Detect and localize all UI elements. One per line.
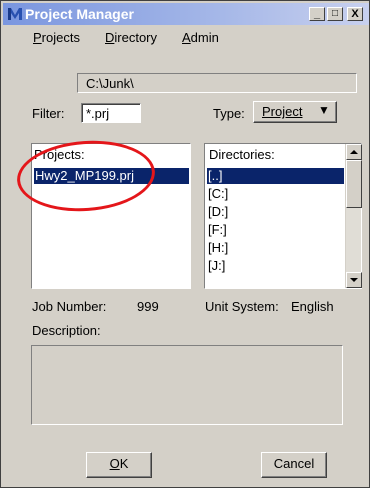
app-icon [8, 8, 22, 20]
filter-input[interactable]: *.prj [81, 103, 141, 123]
dir-item-j[interactable]: [J:] [207, 258, 225, 274]
ok-button[interactable]: OK [86, 452, 152, 478]
dir-item-label: [..] [208, 168, 223, 183]
menu-projects[interactable]: Projects [33, 30, 80, 45]
menu-admin-mnemonic: A [182, 30, 191, 45]
dir-item-d[interactable]: [D:] [207, 204, 228, 220]
arrow-up-icon [350, 150, 358, 154]
menu-projects-mnemonic: P [33, 30, 42, 45]
type-label: Type: [213, 106, 245, 121]
menu-projects-label: rojects [41, 30, 80, 45]
minimize-button[interactable]: _ [309, 7, 325, 21]
scroll-down-button[interactable] [346, 272, 362, 288]
menu-admin-label: dmin [190, 30, 219, 45]
filter-label: Filter: [32, 106, 65, 121]
filter-value: *.prj [86, 106, 110, 121]
scroll-thumb[interactable] [346, 160, 362, 208]
scroll-up-button[interactable] [346, 144, 362, 160]
menu-directory[interactable]: Directory [105, 30, 157, 45]
window-title: Project Manager [25, 6, 134, 22]
close-button[interactable]: X [347, 7, 363, 21]
directories-scrollbar[interactable] [345, 144, 362, 288]
dir-item-label: [F:] [208, 222, 227, 237]
directories-label: Directories: [209, 147, 275, 162]
arrow-down-icon [350, 278, 358, 282]
maximize-button[interactable]: □ [327, 7, 343, 21]
title-bar[interactable]: Project Manager _ □ X [3, 3, 369, 25]
dir-item-f[interactable]: [F:] [207, 222, 227, 238]
type-value: Project [262, 104, 303, 119]
unit-system-label: Unit System: [205, 299, 279, 314]
menu-admin[interactable]: Admin [182, 30, 219, 45]
menu-directory-mnemonic: D [105, 30, 115, 45]
job-number-label: Job Number: [32, 299, 107, 314]
job-number-value: 999 [137, 299, 159, 314]
dir-item-h[interactable]: [H:] [207, 240, 228, 256]
description-box [31, 345, 343, 425]
dir-item-parent[interactable]: [..] [207, 168, 344, 184]
ok-label: K [119, 456, 129, 471]
dir-item-c[interactable]: [C:] [207, 186, 228, 202]
path-text: C:\Junk\ [86, 76, 134, 91]
path-display: C:\Junk\ [77, 73, 357, 93]
description-label: Description: [32, 323, 101, 338]
ok-mnemonic: O [109, 456, 120, 471]
type-dropdown[interactable]: Project ▼ [253, 101, 337, 123]
dir-item-label: [C:] [208, 186, 229, 201]
unit-system-value: English [291, 299, 334, 314]
project-manager-window: Project Manager _ □ X Projects Directory… [0, 0, 370, 488]
dir-item-label: [J:] [208, 258, 226, 273]
dropdown-arrow-icon: ▼ [318, 103, 330, 117]
dir-item-label: [H:] [208, 240, 229, 255]
directories-listbox[interactable]: Directories: [..] [C:] [D:] [F:] [H:] [J… [204, 143, 362, 289]
menu-directory-label: irectory [114, 30, 158, 45]
menu-bar: Projects Directory Admin [3, 27, 369, 49]
dir-item-label: [D:] [208, 204, 229, 219]
cancel-button[interactable]: Cancel [261, 452, 327, 478]
